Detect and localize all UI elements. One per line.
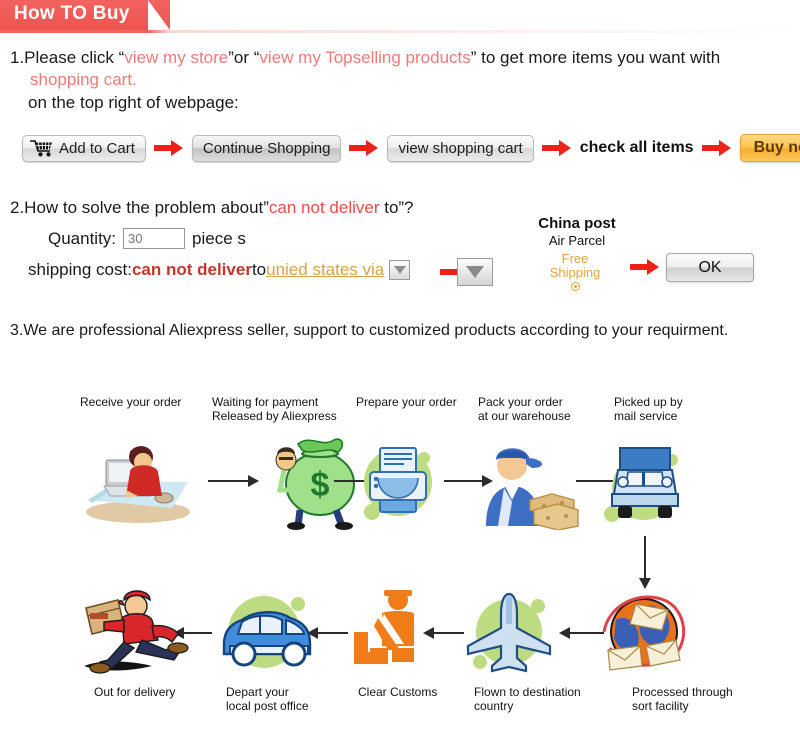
mail-sort-globe-icon: [602, 595, 686, 671]
warehouse-worker-icon: [486, 448, 579, 530]
shipping-method-dropdown[interactable]: [457, 258, 493, 286]
flow-connector: [318, 632, 348, 634]
free-shipping-line-1: Free: [561, 251, 589, 266]
free-shipping-line-2: Shipping: [549, 265, 601, 280]
flow-connector: [570, 632, 604, 634]
arrow-right-icon: [541, 140, 571, 156]
banner-right-fill: [170, 0, 800, 30]
flow-label-prepare-your-order: Prepare your order: [356, 395, 457, 409]
flow-label-flown-to-destination: Flown to destination country: [474, 685, 581, 713]
arrow-right-icon: [349, 140, 379, 156]
printer-icon: [364, 447, 432, 520]
arrow-right-icon: [630, 259, 659, 275]
carrier-info: China post Air Parcel: [522, 215, 632, 248]
page-header-banner: How TO Buy: [0, 0, 800, 30]
arrow-right-icon: [701, 140, 731, 156]
view-topselling-products-link[interactable]: view my Topselling products: [259, 48, 470, 67]
shipping-to-text: to: [251, 260, 267, 279]
instruction-1-line-1: 1.Please click “view my store”or “view m…: [10, 48, 720, 68]
carrier-service: Air Parcel: [548, 233, 606, 248]
flow-label-depart-local-post: Depart your local post office: [226, 685, 309, 713]
instruction-1-suffix: ” to get more items you want with: [470, 48, 721, 67]
radio-selected-icon[interactable]: [570, 282, 580, 291]
flow-label-waiting-for-payment: Waiting for payment Released by Aliexpre…: [212, 395, 337, 423]
arrow-left-icon: [559, 627, 570, 639]
continue-shopping-button[interactable]: Continue Shopping: [191, 134, 342, 162]
country-dropdown-toggle[interactable]: [389, 260, 411, 280]
view-my-store-link[interactable]: view my store: [124, 48, 228, 67]
flow-connector: [644, 536, 646, 584]
shipping-process-flow-diagram: Receive your order Waiting for payment R…: [0, 360, 800, 742]
instruction-1-prefix: 1.Please click “: [10, 48, 125, 67]
post-van-icon: [222, 596, 312, 668]
add-to-cart-label: Add to Cart: [59, 139, 135, 157]
flow-label-picked-up-by-mail: Picked up by mail service: [614, 395, 683, 423]
free-shipping-option[interactable]: Free Shipping: [530, 252, 620, 291]
ok-button[interactable]: OK: [666, 253, 754, 282]
flow-label-processed-sort-facility: Processed through sort facility: [632, 685, 733, 713]
airplane-icon: [466, 592, 552, 673]
flow-connector: [434, 632, 464, 634]
shipping-cost-row: shipping cost: can not deliver to unied …: [28, 260, 411, 280]
arrow-right-icon: [153, 140, 183, 156]
view-shopping-cart-button[interactable]: view shopping cart: [387, 134, 534, 162]
purchase-steps-button-row: Add to Cart Continue Shopping view shopp…: [22, 131, 800, 165]
check-all-items-label: check all items: [579, 139, 694, 156]
flow-label-clear-customs: Clear Customs: [358, 685, 438, 699]
ok-button-label: OK: [698, 258, 722, 276]
quantity-unit-label: piece s: [192, 228, 246, 248]
delivery-courier-icon: [84, 590, 189, 674]
banner-notch: [148, 0, 170, 30]
flow-connector: [208, 480, 252, 482]
shipping-cost-label: shipping cost:: [28, 260, 132, 279]
instruction-1-line-3: on the top right of webpage:: [28, 93, 239, 112]
quantity-input[interactable]: 30: [123, 228, 186, 249]
instruction-2-suffix: to”?: [379, 198, 414, 217]
shopping-cart-icon: [30, 140, 52, 157]
can-not-deliver-text: can not deliver: [268, 198, 380, 217]
shipping-can-not-deliver-text: can not deliver: [131, 260, 252, 279]
instruction-1-line-2: shopping cart.: [30, 70, 137, 89]
add-to-cart-button[interactable]: Add to Cart: [22, 134, 146, 162]
quantity-row: Quantity: 30 piece s: [48, 228, 246, 249]
instruction-2-prefix: 2.How to solve the problem about”: [10, 198, 269, 217]
mail-truck-icon: [604, 447, 679, 522]
buy-now-button[interactable]: Buy now: [739, 134, 800, 162]
shipping-country-link[interactable]: unied states via: [266, 260, 384, 280]
flow-label-pack-your-order: Pack your order at our warehouse: [478, 395, 571, 423]
flow-label-receive-your-order: Receive your order: [80, 395, 182, 409]
instruction-3-line-1: 3.We are professional Aliexpress seller,…: [10, 322, 729, 339]
svg-text:$: $: [311, 466, 330, 504]
customs-officer-icon: [354, 590, 414, 664]
flow-label-out-for-delivery: Out for delivery: [94, 685, 176, 699]
instruction-1-middle: ”or “: [228, 48, 260, 67]
chevron-down-icon: [466, 266, 484, 278]
page-title: How TO Buy: [14, 3, 130, 24]
carrier-name: China post: [538, 215, 616, 232]
instruction-2-line-1: 2.How to solve the problem about”can not…: [10, 198, 414, 218]
banner-underline: [0, 30, 800, 33]
buy-now-label: Buy now: [753, 139, 800, 156]
person-at-computer-icon: [86, 446, 190, 523]
view-shopping-cart-label: view shopping cart: [398, 139, 523, 157]
chevron-down-icon: [393, 266, 406, 274]
quantity-label: Quantity:: [48, 228, 117, 248]
continue-shopping-label: Continue Shopping: [202, 139, 331, 157]
